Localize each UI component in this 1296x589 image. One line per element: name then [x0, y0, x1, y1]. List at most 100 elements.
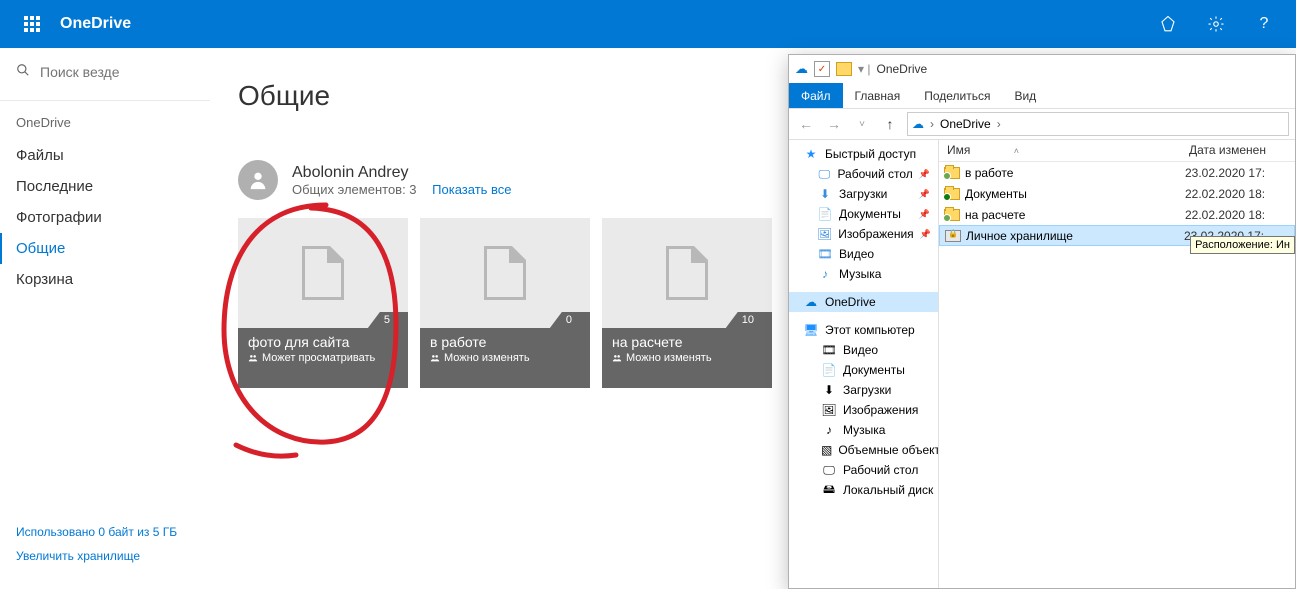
ribbon-tab-1[interactable]: Поделиться	[912, 83, 1002, 108]
tree-quick-item-4[interactable]: 🎞Видео	[789, 244, 938, 264]
address-bar[interactable]: ☁ › OneDrive ›	[907, 112, 1289, 136]
location-tooltip: Расположение: Ин	[1190, 236, 1295, 254]
sidebar: OneDrive ФайлыПоследниеФотографииОбщиеКо…	[0, 48, 210, 589]
tree-item-label: Музыка	[843, 423, 885, 437]
column-date[interactable]: Дата изменен	[1185, 140, 1295, 161]
tree-item-label: Документы	[839, 207, 901, 221]
folder-tile-1[interactable]: 0в работеМожно изменять	[420, 218, 590, 388]
quick-access-toolbar-icon[interactable]: ✓	[814, 61, 830, 77]
waffle-icon	[24, 16, 40, 32]
tree-item-icon: 🖵	[821, 462, 837, 478]
tree-pc-item-0[interactable]: 🎞 Видео	[789, 340, 938, 360]
tree-item-label: Рабочий стол	[843, 463, 918, 477]
tree-label: Этот компьютер	[825, 323, 915, 337]
tree-pc-item-2[interactable]: ⬇Загрузки	[789, 380, 938, 400]
search-input[interactable]	[40, 64, 221, 80]
tree-item-label: Документы	[843, 363, 905, 377]
tile-count: 5	[368, 312, 408, 328]
tree-item-icon: 📄	[817, 206, 833, 222]
tree-item-icon: 📄	[821, 362, 837, 378]
pin-icon: 📌	[920, 229, 931, 240]
tree-onedrive[interactable]: ☁ OneDrive	[789, 292, 938, 312]
address-crumb[interactable]: OneDrive	[940, 117, 991, 131]
file-row-2[interactable]: на расчете22.02.2020 18:	[939, 204, 1295, 225]
tile-count: 10	[726, 312, 772, 328]
nav-item-4[interactable]: Корзина	[0, 264, 210, 295]
file-icon	[302, 246, 344, 300]
search-row[interactable]	[0, 52, 210, 92]
ribbon-tab-2[interactable]: Вид	[1002, 83, 1048, 108]
tree-item-icon: 🖴	[821, 482, 837, 498]
settings-icon[interactable]	[1192, 0, 1240, 48]
tree-item-icon: ▧	[821, 442, 832, 458]
show-all-link[interactable]: Показать все	[432, 182, 511, 197]
column-name[interactable]: Имя ˄	[939, 140, 1185, 161]
search-icon	[16, 63, 30, 80]
top-bar: OneDrive ?	[0, 0, 1296, 48]
tree-pc-item-3[interactable]: 🖼 Изображения	[789, 400, 938, 420]
tree-item-icon: 🎞	[821, 342, 837, 358]
storage-usage-link[interactable]: Использовано 0 байт из 5 ГБ	[16, 525, 194, 539]
tree-item-icon: ⬇	[821, 382, 837, 398]
tree-quick-access[interactable]: ★ Быстрый доступ	[789, 144, 938, 164]
nav-back-button[interactable]: ←	[795, 113, 817, 135]
folder-tile-0[interactable]: 5фото для сайтаМожет просматривать	[238, 218, 408, 388]
file-row-0[interactable]: в работе23.02.2020 17:	[939, 162, 1295, 183]
premium-icon[interactable]	[1144, 0, 1192, 48]
tree-pc-item-5[interactable]: ▧ Объемные объекты	[789, 440, 938, 460]
tree-pc-item-6[interactable]: 🖵 Рабочий стол	[789, 460, 938, 480]
tree-item-icon: 🖵	[817, 166, 831, 182]
sidebar-footer: Использовано 0 байт из 5 ГБ Увеличить хр…	[0, 515, 210, 589]
tree-item-label: Загрузки	[839, 187, 887, 201]
nav-recent-button[interactable]: ˅	[851, 113, 873, 135]
avatar	[238, 160, 278, 200]
explorer-titlebar[interactable]: ☁ ✓ ▾ | OneDrive	[789, 55, 1295, 83]
tree-quick-item-5[interactable]: ♪Музыка	[789, 264, 938, 284]
tree-item-icon: ♪	[821, 422, 837, 438]
tree-item-icon: 🎞	[817, 246, 833, 262]
owner-name: Abolonin Andrey	[292, 164, 512, 182]
tree-item-icon: 🖼	[821, 402, 837, 418]
nav-item-1[interactable]: Последние	[0, 171, 210, 202]
nav-item-2[interactable]: Фотографии	[0, 202, 210, 233]
file-icon	[484, 246, 526, 300]
ribbon-tab-file[interactable]: Файл	[789, 83, 843, 108]
address-cloud-icon: ☁	[912, 117, 924, 131]
tree-this-pc[interactable]: 🖥 Этот компьютер	[789, 320, 938, 340]
nav-item-0[interactable]: Файлы	[0, 140, 210, 171]
help-icon[interactable]: ?	[1240, 0, 1288, 48]
file-icon	[666, 246, 708, 300]
nav-item-3[interactable]: Общие	[0, 233, 210, 264]
tile-permission: Можно изменять	[612, 352, 762, 364]
owner-sub: Общих элементов: 3 Показать все	[292, 182, 512, 197]
tree-pc-item-7[interactable]: 🖴Локальный диск	[789, 480, 938, 500]
tile-name: на расчете	[612, 334, 762, 350]
file-row-1[interactable]: Документы22.02.2020 18:	[939, 183, 1295, 204]
tree-pc-item-4[interactable]: ♪ Музыка	[789, 420, 938, 440]
tree-item-label: Изображения	[838, 227, 913, 241]
tree-item-label: Рабочий стол	[837, 167, 912, 181]
explorer-columns: Имя ˄ Дата изменен	[939, 140, 1295, 162]
tree-item-label: Изображения	[843, 403, 918, 417]
ribbon-tab-0[interactable]: Главная	[843, 83, 913, 108]
tile-name: фото для сайта	[248, 334, 398, 350]
nav-up-button[interactable]: ↑	[879, 113, 901, 135]
owner-count: Общих элементов: 3	[292, 182, 417, 197]
upgrade-storage-link[interactable]: Увеличить хранилище	[16, 549, 194, 563]
tree-label: OneDrive	[825, 295, 876, 309]
tree-quick-item-1[interactable]: ⬇Загрузки📌	[789, 184, 938, 204]
tree-item-label: Объемные объекты	[838, 443, 939, 457]
app-launcher-button[interactable]	[8, 0, 56, 48]
tile-name: в работе	[430, 334, 580, 350]
tree-item-icon: 🖼	[817, 226, 832, 242]
tree-item-label: Видео	[843, 343, 878, 357]
folder-icon	[836, 62, 852, 76]
nav-forward-button[interactable]: →	[823, 113, 845, 135]
tree-pc-item-1[interactable]: 📄 Документы	[789, 360, 938, 380]
onedrive-cloud-icon: ☁	[795, 61, 808, 77]
tree-quick-item-2[interactable]: 📄Документы📌	[789, 204, 938, 224]
tree-quick-item-0[interactable]: 🖵Рабочий стол📌	[789, 164, 938, 184]
folder-tile-2[interactable]: 10 на расчете Можно изменять	[602, 218, 772, 388]
tree-quick-item-3[interactable]: 🖼 Изображения 📌	[789, 224, 938, 244]
file-date: 23.02.2020 17:	[1185, 166, 1295, 180]
